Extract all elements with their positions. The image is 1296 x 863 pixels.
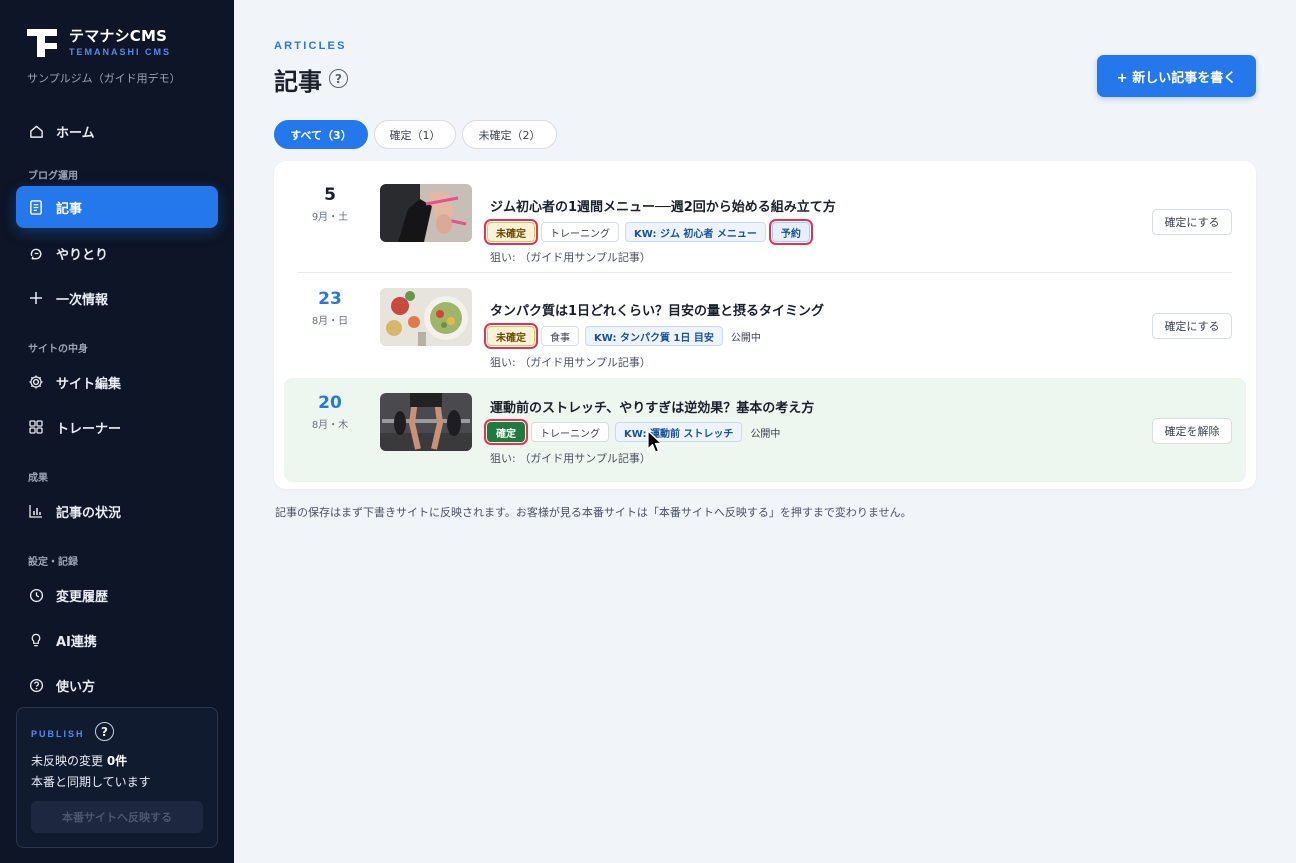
bar-chart-icon bbox=[28, 503, 44, 519]
article-date-day: 5 bbox=[324, 185, 336, 205]
clock-icon bbox=[28, 587, 44, 603]
page-eyebrow: ARTICLES bbox=[274, 40, 347, 52]
gear-icon bbox=[28, 374, 44, 390]
grid-icon bbox=[28, 419, 44, 435]
sidebar-item-conversations[interactable]: やりとり bbox=[16, 232, 218, 274]
article-thumbnail[interactable] bbox=[380, 184, 472, 242]
plus-icon bbox=[28, 290, 44, 306]
sidebar-item-howto[interactable]: 使い方 bbox=[16, 664, 218, 706]
sidebar-item-label: トレーナー bbox=[56, 421, 122, 437]
home-icon bbox=[28, 123, 44, 139]
page-title: 記事 bbox=[274, 68, 322, 96]
publish-state-text: 公開中 bbox=[730, 332, 761, 344]
article-date-sub: 9月・土 bbox=[311, 212, 349, 223]
app-logo[interactable]: テマナシCMS TEMANASHI CMS bbox=[27, 27, 171, 59]
keyword-tag: KW: ジム 初心者 メニュー bbox=[625, 222, 766, 242]
article-aim: 狙い: （ガイド用サンプル記事） bbox=[490, 452, 651, 465]
nav-section-blog: ブログ運用 bbox=[28, 171, 78, 182]
nav-section-site: サイトの中身 bbox=[28, 344, 88, 355]
logo-title: テマナシCMS bbox=[69, 27, 168, 45]
nav-section-settings: 設定・記録 bbox=[28, 557, 78, 568]
row-divider bbox=[298, 272, 1232, 273]
nav-section-results: 成果 bbox=[28, 473, 48, 484]
keyword-tag: KW: タンパク質 1日 目安 bbox=[585, 326, 723, 346]
sidebar-item-ai[interactable]: AI連携 bbox=[16, 619, 218, 661]
help-circle-icon bbox=[28, 677, 44, 693]
sidebar: テマナシCMS TEMANASHI CMS サンプルジム（ガイド用デモ） ホーム… bbox=[0, 0, 234, 863]
sidebar-item-history[interactable]: 変更履歴 bbox=[16, 574, 218, 616]
publish-help-icon[interactable]: ? bbox=[95, 722, 114, 741]
confirm-button[interactable]: 確定にする bbox=[1152, 313, 1232, 339]
sidebar-item-label: やりとり bbox=[56, 247, 109, 263]
category-tag: トレーニング bbox=[531, 422, 609, 442]
sidebar-item-label: 変更履歴 bbox=[56, 589, 109, 605]
sidebar-item-article-status[interactable]: 記事の状況 bbox=[16, 490, 218, 532]
article-tags: 未確定 トレーニング KW: ジム 初心者 メニュー 予約 bbox=[484, 219, 813, 245]
article-list: 5 9月・土 ジム初心者の1週間メニュー──週2回から始める組み立て方 未確定 … bbox=[274, 161, 1256, 489]
pending-changes-count: 0件 bbox=[106, 754, 128, 768]
title-help-icon[interactable]: ? bbox=[329, 69, 348, 88]
table-row[interactable]: 20 8月・木 運動前のストレッチ、やりすぎは逆効果？基本の考え方 確定 トレー… bbox=[284, 378, 1246, 482]
article-thumbnail[interactable] bbox=[380, 393, 472, 451]
status-badge: 未確定 bbox=[484, 323, 538, 349]
sidebar-item-home[interactable]: ホーム bbox=[16, 110, 218, 152]
article-date-day: 20 bbox=[318, 393, 342, 413]
unconfirm-button[interactable]: 確定を解除 bbox=[1152, 418, 1232, 444]
sidebar-item-label: サイト編集 bbox=[56, 376, 122, 392]
article-date-sub: 8月・木 bbox=[311, 420, 349, 431]
article-aim: 狙い: （ガイド用サンプル記事） bbox=[490, 251, 651, 264]
sync-status-text: 本番と同期しています bbox=[31, 775, 151, 789]
sidebar-item-label: ホーム bbox=[56, 125, 95, 141]
sidebar-item-articles[interactable]: 記事 bbox=[16, 186, 218, 228]
new-article-button[interactable]: + 新しい記事を書く bbox=[1097, 55, 1256, 97]
sidebar-item-label: 記事 bbox=[56, 201, 83, 217]
tab-unconfirmed[interactable]: 未確定（2） bbox=[462, 120, 557, 149]
sidebar-item-site-edit[interactable]: サイト編集 bbox=[16, 361, 218, 403]
chat-icon bbox=[28, 245, 44, 261]
pending-changes-text: 未反映の変更 0件 bbox=[31, 754, 128, 768]
status-badge: 未確定 bbox=[484, 219, 538, 245]
article-tags: 確定 トレーニング KW: 運動前 ストレッチ 公開中 bbox=[484, 419, 782, 445]
sidebar-item-label: 一次情報 bbox=[56, 292, 109, 308]
sidebar-item-label: 使い方 bbox=[56, 679, 96, 695]
category-tag: トレーニング bbox=[541, 222, 619, 242]
tab-confirmed[interactable]: 確定（1） bbox=[374, 120, 456, 149]
footnote: 記事の保存はまず下書きサイトに反映されます。お客様が見る本番サイトは「本番サイト… bbox=[275, 506, 912, 519]
article-date-sub: 8月・日 bbox=[311, 316, 349, 327]
tab-all[interactable]: すべて（3） bbox=[274, 120, 368, 149]
confirm-button[interactable]: 確定にする bbox=[1152, 209, 1232, 235]
sidebar-item-label: AI連携 bbox=[56, 634, 97, 650]
table-row[interactable]: 23 8月・日 タンパク質は1日どれくらい？目安の量と摂るタイミング 未確定 食… bbox=[284, 274, 1246, 378]
document-icon bbox=[28, 199, 44, 215]
article-aim: 狙い: （ガイド用サンプル記事） bbox=[490, 356, 651, 369]
publish-state-text: 公開中 bbox=[750, 428, 781, 440]
category-tag: 食事 bbox=[541, 326, 579, 346]
logo-subtitle: TEMANASHI CMS bbox=[69, 47, 171, 57]
status-badge: 確定 bbox=[484, 419, 528, 445]
article-thumbnail[interactable] bbox=[380, 288, 472, 346]
site-name: サンプルジム（ガイド用デモ） bbox=[27, 72, 181, 85]
publish-label: PUBLISH bbox=[31, 729, 85, 739]
table-row[interactable]: 5 9月・土 ジム初心者の1週間メニュー──週2回から始める組み立て方 未確定 … bbox=[284, 170, 1246, 274]
keyword-tag: KW: 運動前 ストレッチ bbox=[615, 422, 743, 442]
sidebar-item-trainers[interactable]: トレーナー bbox=[16, 406, 218, 448]
logo-mark-icon bbox=[27, 27, 60, 59]
article-date-day: 23 bbox=[318, 289, 342, 309]
publish-state-badge: 予約 bbox=[768, 219, 813, 245]
publish-button[interactable]: 本番サイトへ反映する bbox=[31, 801, 203, 833]
publish-panel: PUBLISH ? 未反映の変更 0件 本番と同期しています 本番サイトへ反映す… bbox=[16, 707, 218, 848]
lightbulb-icon bbox=[28, 632, 44, 648]
sidebar-item-primary-info[interactable]: 一次情報 bbox=[16, 277, 218, 319]
article-title[interactable]: ジム初心者の1週間メニュー──週2回から始める組み立て方 bbox=[490, 196, 836, 215]
article-tags: 未確定 食事 KW: タンパク質 1日 目安 公開中 bbox=[484, 323, 763, 349]
sidebar-item-label: 記事の状況 bbox=[56, 505, 122, 521]
mouse-cursor-icon bbox=[647, 430, 663, 453]
article-title[interactable]: タンパク質は1日どれくらい？目安の量と摂るタイミング bbox=[490, 300, 824, 319]
article-title[interactable]: 運動前のストレッチ、やりすぎは逆効果？基本の考え方 bbox=[490, 397, 814, 416]
